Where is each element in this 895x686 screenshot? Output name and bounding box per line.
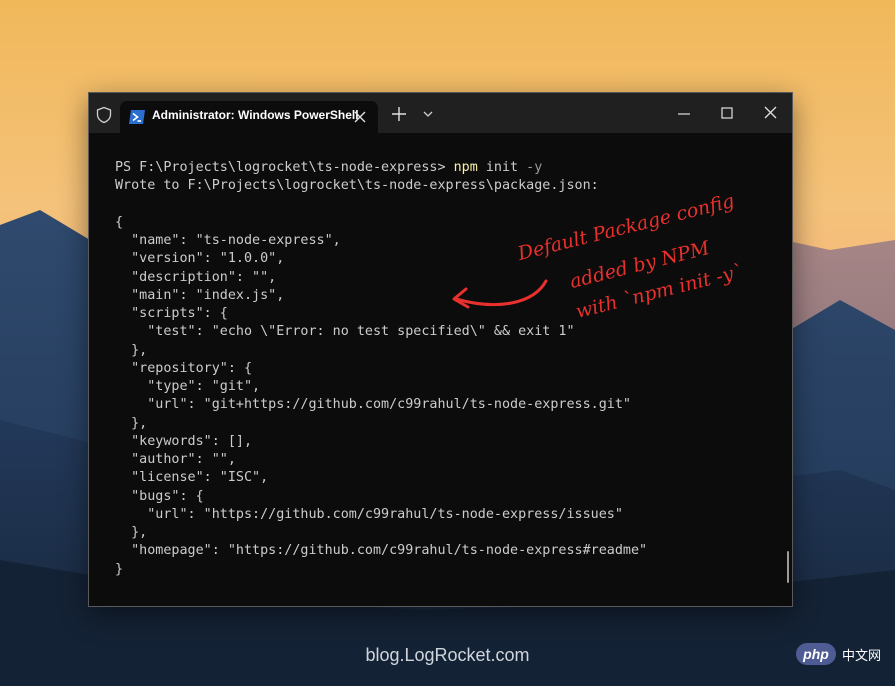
- php-logo-badge: php: [796, 643, 836, 665]
- powershell-icon: [129, 110, 145, 124]
- output-line: },: [115, 342, 148, 358]
- output-line: }: [115, 561, 124, 577]
- window-close-icon[interactable]: [764, 106, 777, 119]
- output-line: },: [115, 415, 148, 431]
- scrollbar-thumb[interactable]: [787, 551, 789, 583]
- tab-powershell[interactable]: Administrator: Windows PowerShell: [120, 101, 378, 133]
- minimize-icon[interactable]: [678, 108, 690, 120]
- output-line: "keywords": [],: [115, 433, 253, 449]
- new-tab-plus-icon[interactable]: [392, 107, 406, 121]
- output-line: "type": "git",: [115, 379, 261, 394]
- output-line: "url": "https://github.com/c99rahul/ts-n…: [115, 506, 623, 522]
- powershell-window: Administrator: Windows PowerShell PS F:\…: [88, 92, 793, 607]
- window-titlebar[interactable]: Administrator: Windows PowerShell: [89, 93, 792, 133]
- output-line: "url": "git+https://github.com/c99rahul/…: [115, 397, 631, 413]
- curved-arrow-icon: [452, 279, 548, 309]
- site-watermark: blog.LogRocket.com: [365, 645, 530, 665]
- chevron-down-icon[interactable]: [423, 111, 433, 118]
- output-line: "homepage": "https://github.com/c99rahul…: [115, 543, 648, 559]
- command-args: init: [477, 160, 527, 175]
- output-line: },: [115, 525, 148, 540]
- output-line: "license": "ISC",: [115, 470, 269, 486]
- php-logo-text: 中文网: [842, 649, 882, 664]
- command-line: PS F:\Projects\logrocket\ts-node-express…: [115, 159, 775, 177]
- output-line: "test": "echo \"Error: no test specified…: [115, 324, 575, 340]
- command-flag: -y: [526, 160, 543, 175]
- output-line: "bugs": {: [115, 488, 204, 504]
- output-line: "author": "",: [115, 452, 236, 467]
- tab-title: Administrator: Windows PowerShell: [152, 108, 359, 122]
- maximize-icon[interactable]: [721, 107, 733, 119]
- prompt: PS F:\Projects\logrocket\ts-node-express…: [115, 160, 454, 175]
- output-line: "repository": {: [115, 360, 253, 376]
- output-line: Wrote to F:\Projects\logrocket\ts-node-e…: [115, 178, 599, 194]
- shield-icon: [96, 106, 112, 124]
- command-name: npm: [453, 160, 478, 175]
- tab-close-icon[interactable]: [353, 110, 367, 124]
